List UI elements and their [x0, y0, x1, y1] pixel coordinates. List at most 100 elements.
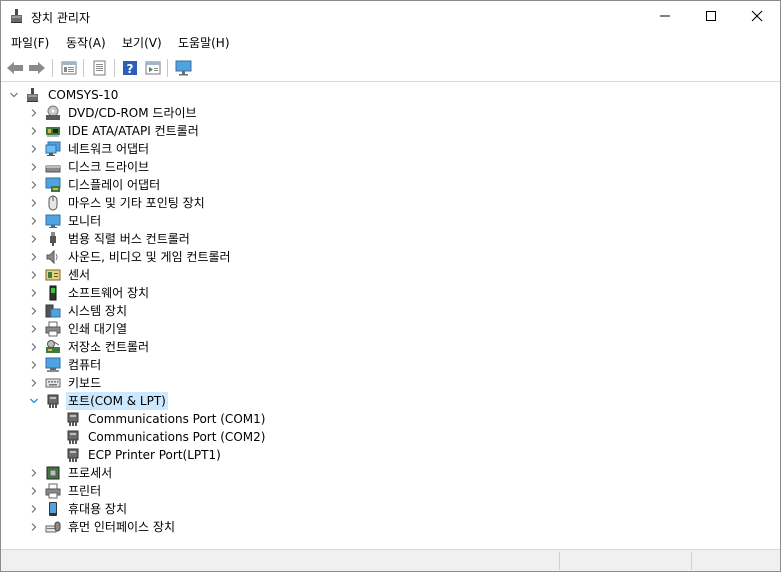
chevron-right-icon[interactable] [27, 266, 41, 284]
tree-item-display[interactable]: 디스플레이 어댑터 [27, 176, 162, 194]
tree-item-label: 모니터 [68, 214, 102, 228]
tree-root[interactable]: COMSYS-10 [7, 86, 120, 104]
maximize-icon [706, 11, 716, 21]
chevron-down-icon[interactable] [27, 392, 41, 410]
tree-item-label: 컴퓨터 [68, 358, 102, 372]
tree-item-portable[interactable]: 휴대용 장치 [27, 500, 129, 518]
tree-item-label: 네트워크 어댑터 [68, 142, 150, 156]
chevron-right-icon[interactable] [27, 140, 41, 158]
tree-item-label: 디스크 드라이브 [68, 160, 150, 174]
tree-item-print-queue[interactable]: 인쇄 대기열 [27, 320, 129, 338]
chevron-right-icon[interactable] [27, 320, 41, 338]
tree-item-ide[interactable]: IDE ATA/ATAPI 컨트롤러 [27, 122, 201, 140]
tree-item-sound[interactable]: 사운드, 비디오 및 게임 컨트롤러 [27, 248, 233, 266]
tree-item-mouse[interactable]: 마우스 및 기타 포인팅 장치 [27, 194, 207, 212]
back-button[interactable] [5, 58, 25, 78]
tree-item-monitor[interactable]: 모니터 [27, 212, 103, 230]
tree-item-system[interactable]: 시스템 장치 [27, 302, 129, 320]
properties-view-icon [61, 61, 77, 75]
disk-drive-icon [45, 159, 61, 175]
processor-icon [45, 465, 61, 481]
chevron-right-icon[interactable] [27, 122, 41, 140]
chevron-right-icon[interactable] [27, 176, 41, 194]
chevron-right-icon[interactable] [27, 464, 41, 482]
speaker-icon [45, 249, 61, 265]
toolbar-separator [114, 59, 115, 77]
tree-item-lpt1[interactable]: ECP Printer Port(LPT1) [47, 446, 223, 464]
tree-item-computer[interactable]: 컴퓨터 [27, 356, 103, 374]
page-button[interactable] [89, 58, 109, 78]
tree-item-disk[interactable]: 디스크 드라이브 [27, 158, 151, 176]
menu-help[interactable]: 도움말(H) [178, 34, 230, 51]
tree-item-processor[interactable]: 프로세서 [27, 464, 114, 482]
properties-view-button[interactable] [59, 58, 79, 78]
chevron-right-icon[interactable] [27, 356, 41, 374]
port-icon [65, 411, 81, 427]
chevron-right-icon[interactable] [27, 500, 41, 518]
chevron-right-icon[interactable] [27, 518, 41, 536]
help-button[interactable]: ? [120, 58, 140, 78]
toolbar-separator [83, 59, 84, 77]
chevron-right-icon[interactable] [27, 212, 41, 230]
display-adapter-icon [45, 177, 61, 193]
svg-text:?: ? [127, 62, 134, 76]
tree-item-label: 프로세서 [68, 466, 113, 480]
chevron-right-icon[interactable] [27, 194, 41, 212]
toolbar: ? [1, 54, 780, 82]
tree-item-label: 시스템 장치 [68, 304, 128, 318]
toolbar-separator [167, 59, 168, 77]
tree-item-ports[interactable]: 포트(COM & LPT) [27, 392, 168, 410]
tree-item-label: 마우스 및 기타 포인팅 장치 [68, 196, 205, 210]
tree-item-software[interactable]: 소프트웨어 장치 [27, 284, 151, 302]
network-adapter-icon [45, 141, 61, 157]
tree-item-usb[interactable]: 범용 직렬 버스 컨트롤러 [27, 230, 192, 248]
chevron-right-icon[interactable] [27, 374, 41, 392]
tree-item-keyboard[interactable]: 키보드 [27, 374, 103, 392]
tree-item-label: Communications Port (COM1) [88, 412, 266, 426]
tree-item-label: 휴대용 장치 [68, 502, 128, 516]
tree-item-network[interactable]: 네트워크 어댑터 [27, 140, 151, 158]
hid-icon [45, 519, 61, 535]
device-manager-window: 장치 관리자 파일(F) 동작(A) 보기(V) 도움말(H) ? COMSYS… [0, 0, 781, 572]
tree-root-label: COMSYS-10 [48, 88, 119, 102]
usb-icon [45, 231, 61, 247]
tree-item-sensor[interactable]: 센서 [27, 266, 92, 284]
title-bar: 장치 관리자 [1, 1, 780, 31]
chevron-right-icon[interactable] [27, 284, 41, 302]
tree-item-dvd[interactable]: DVD/CD-ROM 드라이브 [27, 104, 199, 122]
tree-item-label: ECP Printer Port(LPT1) [88, 448, 221, 462]
chevron-right-icon[interactable] [27, 248, 41, 266]
play-view-button[interactable] [143, 58, 163, 78]
chevron-right-icon[interactable] [27, 338, 41, 356]
maximize-button[interactable] [688, 1, 734, 31]
tree-item-printer[interactable]: 프린터 [27, 482, 103, 500]
tree-item-label: 포트(COM & LPT) [66, 392, 168, 410]
chevron-right-icon[interactable] [27, 158, 41, 176]
chevron-right-icon[interactable] [27, 104, 41, 122]
tree-item-hid[interactable]: 휴먼 인터페이스 장치 [27, 518, 177, 536]
tree-item-com2[interactable]: Communications Port (COM2) [47, 428, 267, 446]
tree-item-storage[interactable]: 저장소 컨트롤러 [27, 338, 151, 356]
computer-icon [45, 357, 61, 373]
dvd-drive-icon [45, 105, 61, 121]
monitor-scan-icon [175, 60, 192, 76]
menu-action[interactable]: 동작(A) [66, 34, 106, 51]
forward-button[interactable] [27, 58, 47, 78]
chevron-right-icon[interactable] [27, 230, 41, 248]
chevron-down-icon[interactable] [7, 86, 21, 104]
menu-file[interactable]: 파일(F) [11, 34, 49, 51]
tree-item-label: 디스플레이 어댑터 [68, 178, 161, 192]
close-button[interactable] [734, 1, 780, 31]
tree-item-label: 프린터 [68, 484, 102, 498]
minimize-button[interactable] [642, 1, 688, 31]
tree-item-label: 인쇄 대기열 [68, 322, 128, 336]
chevron-right-icon[interactable] [27, 482, 41, 500]
menu-view[interactable]: 보기(V) [122, 34, 162, 51]
scan-hardware-button[interactable] [174, 58, 194, 78]
software-device-icon [45, 285, 61, 301]
tree-item-com1[interactable]: Communications Port (COM1) [47, 410, 267, 428]
chevron-right-icon[interactable] [27, 302, 41, 320]
sensor-icon [45, 267, 61, 283]
